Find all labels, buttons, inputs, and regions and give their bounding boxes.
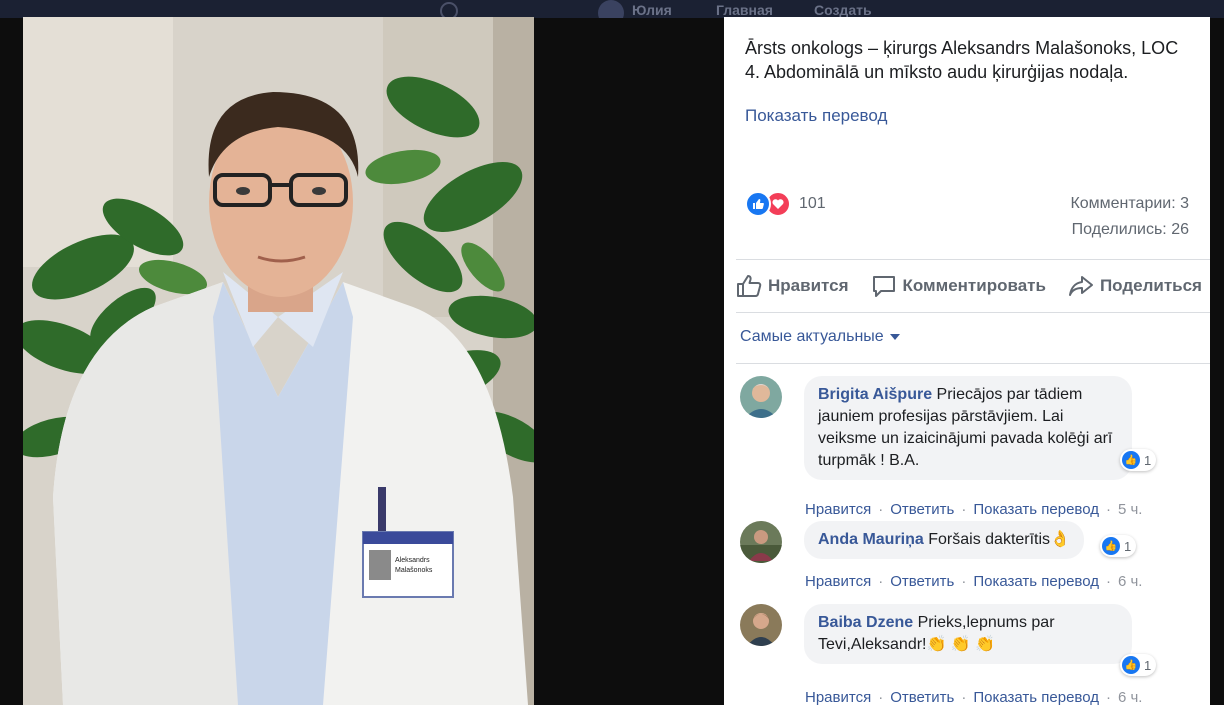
comment-button-label: Комментировать [902,276,1046,295]
comment-reactions[interactable]: 👍 1 [1100,535,1137,557]
comment-sort-label: Самые актуальные [740,328,884,345]
doctor-photo-image: Aleksandrs Malašonoks [23,17,534,705]
comment-translate-link[interactable]: Показать перевод [973,573,1099,590]
commenter-avatar[interactable] [740,604,782,646]
comment-button[interactable]: Комментировать [871,274,1046,298]
badge-line2: Malašonoks [395,567,433,574]
comment-reaction-count: 1 [1124,538,1132,554]
comment-reply-link[interactable]: Ответить [890,573,954,590]
comment-timestamp[interactable]: 5 ч. [1118,501,1143,518]
divider [736,312,1210,313]
reactions-summary[interactable]: 101 [745,191,826,217]
commenter-avatar[interactable] [740,376,782,418]
comment-like-link[interactable]: Нравится [805,501,871,518]
like-reaction-icon: 👍 [1122,451,1140,469]
post-actions-bar: Нравится Комментировать Поделиться [736,268,1202,304]
user-avatar[interactable] [598,0,624,18]
commenter-avatar[interactable] [740,521,782,563]
comment-translate-link[interactable]: Показать перевод [973,689,1099,705]
nav-home[interactable]: Главная [716,2,773,18]
comment-actions: Нравится · Ответить · Показать перевод · 6 … [805,573,1143,590]
comment-reactions[interactable]: 👍 1 [1120,449,1157,471]
comment-timestamp[interactable]: 6 ч. [1118,689,1143,705]
divider [736,363,1210,364]
comment-like-link[interactable]: Нравится [805,689,871,705]
comments-count[interactable]: Комментарии: 3 [1070,195,1189,213]
comment-sort-dropdown[interactable]: Самые актуальные [740,328,900,346]
comment-reply-link[interactable]: Ответить [890,501,954,518]
like-reaction-icon: 👍 [1102,537,1120,555]
share-button[interactable]: Поделиться [1068,274,1202,298]
comment-actions: Нравится · Ответить · Показать перевод · 5 … [805,501,1143,518]
comment-reactions[interactable]: 👍 1 [1120,654,1157,676]
post-details-panel: Ārsts onkologs – ķirurgs Aleksandrs Mala… [724,17,1210,705]
commenter-name[interactable]: Baiba Dzene [818,614,913,631]
comment-reaction-count: 1 [1144,657,1152,673]
post-translate-link[interactable]: Показать перевод [745,106,887,126]
comment-timestamp[interactable]: 6 ч. [1118,573,1143,590]
like-reaction-icon: 👍 [1122,656,1140,674]
comment-translate-link[interactable]: Показать перевод [973,501,1099,518]
ok-hand-emoji: 👌 [1050,531,1070,548]
comment-reply-link[interactable]: Ответить [890,689,954,705]
search-icon[interactable] [440,2,458,18]
shares-count[interactable]: Поделились: 26 [1072,221,1189,239]
like-button-label: Нравится [768,276,849,295]
badge-line1: Aleksandrs [395,557,430,564]
like-reaction-icon [745,191,771,217]
comment-bubble: Brigita Aišpure Priecājos par tādiem jau… [804,376,1132,480]
thumbs-up-icon [737,275,762,297]
share-button-label: Поделиться [1099,276,1202,295]
comment-actions: Нравится · Ответить · Показать перевод · 6 … [805,689,1143,705]
top-nav-bar: Юлия Главная Создать [0,0,1224,18]
comment-icon [872,276,895,297]
comment-bubble: Anda Mauriņa Foršais dakterītis👌 [804,521,1084,559]
comment-bubble: Baiba Dzene Prieks,lepnums par Tevi,Alek… [804,604,1132,664]
post-caption: Ārsts onkologs – ķirurgs Aleksandrs Mala… [745,38,1179,82]
reactions-count: 101 [799,195,826,212]
divider [736,259,1210,260]
comment-text: Foršais dakterītis [923,531,1051,548]
comment-reaction-count: 1 [1144,452,1152,468]
comment-like-link[interactable]: Нравится [805,573,871,590]
nav-create[interactable]: Создать [814,2,872,18]
like-button[interactable]: Нравится [736,274,849,298]
share-icon [1068,276,1093,296]
commenter-name[interactable]: Brigita Aišpure [818,386,932,403]
nav-user-name[interactable]: Юлия [632,2,672,18]
chevron-down-icon [889,334,900,340]
clapping-hands-emoji: 👏 👏 👏 [926,636,996,653]
post-photo[interactable]: Aleksandrs Malašonoks [23,17,534,705]
commenter-name[interactable]: Anda Mauriņa [818,531,924,548]
